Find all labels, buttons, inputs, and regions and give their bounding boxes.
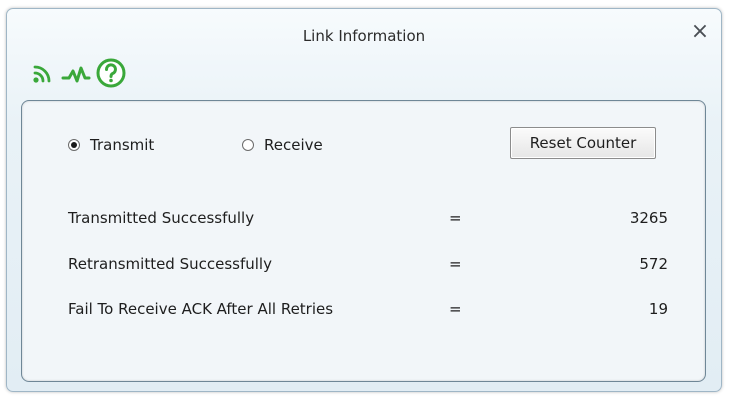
stat-label: Fail To Receive ACK After All Retries — [68, 300, 334, 318]
receive-radio[interactable]: Receive — [242, 134, 323, 156]
window-title: Link Information — [302, 27, 426, 45]
transmit-radio-label: Transmit — [90, 136, 155, 154]
stat-row-retransmitted: Retransmitted Successfully = 572 — [68, 255, 668, 277]
close-button[interactable]: × — [689, 21, 711, 43]
stat-equals: = — [449, 209, 462, 227]
receive-radio-indicator[interactable] — [242, 139, 254, 151]
stat-equals: = — [449, 255, 462, 273]
stat-equals: = — [449, 300, 462, 318]
stat-label: Transmitted Successfully — [68, 209, 255, 227]
stat-row-transmitted: Transmitted Successfully = 3265 — [68, 209, 668, 231]
reset-counter-button[interactable]: Reset Counter — [510, 127, 656, 159]
stat-value: 572 — [639, 255, 668, 273]
stats-panel: Transmit Receive Reset Counter Transmitt… — [21, 100, 706, 382]
help-icon[interactable] — [95, 57, 126, 88]
stat-label: Retransmitted Successfully — [68, 255, 272, 273]
stat-value: 3265 — [629, 209, 668, 227]
signal-icon[interactable] — [27, 59, 57, 89]
receive-radio-label: Receive — [264, 136, 323, 154]
stat-value: 19 — [648, 300, 668, 318]
stat-row-fail-ack: Fail To Receive ACK After All Retries = … — [68, 300, 668, 322]
title-bar: Link Information × — [7, 9, 721, 101]
link-information-window: Link Information × Transmit Receive Rese… — [6, 8, 722, 392]
activity-icon[interactable] — [61, 59, 91, 89]
transmit-radio[interactable]: Transmit — [68, 134, 154, 156]
transmit-radio-indicator[interactable] — [68, 139, 80, 151]
